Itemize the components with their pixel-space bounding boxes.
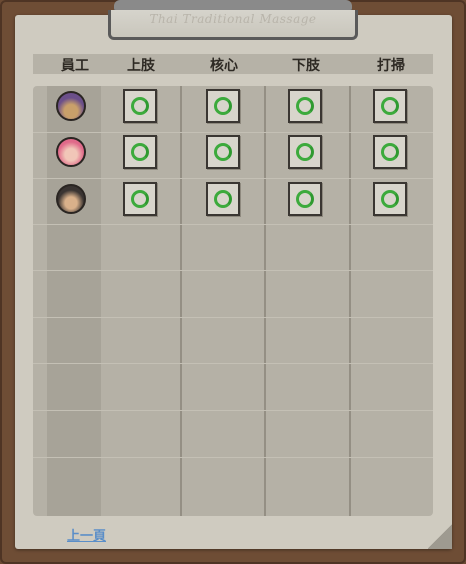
task-core-2[interactable] bbox=[206, 135, 240, 169]
complete-ring-icon bbox=[296, 97, 314, 115]
header-core: 核心 bbox=[210, 58, 238, 74]
task-core-1[interactable] bbox=[206, 89, 240, 123]
complete-ring-icon bbox=[214, 143, 232, 161]
complete-ring-icon bbox=[381, 143, 399, 161]
clipboard-clip: Thai Traditional Massage bbox=[108, 0, 358, 42]
header-lower: 下肢 bbox=[292, 58, 320, 74]
prev-page-link[interactable]: 上一頁 bbox=[67, 525, 106, 544]
row-divider bbox=[33, 178, 433, 179]
header-cleaning: 打掃 bbox=[377, 58, 405, 74]
complete-ring-icon bbox=[131, 190, 149, 208]
column-divider bbox=[180, 86, 182, 516]
row-divider bbox=[33, 457, 433, 458]
task-lower-2[interactable] bbox=[288, 135, 322, 169]
column-divider bbox=[349, 86, 351, 516]
complete-ring-icon bbox=[381, 190, 399, 208]
task-upper-3[interactable] bbox=[123, 182, 157, 216]
row-divider bbox=[33, 317, 433, 318]
complete-ring-icon bbox=[214, 97, 232, 115]
complete-ring-icon bbox=[381, 97, 399, 115]
task-lower-3[interactable] bbox=[288, 182, 322, 216]
row-divider bbox=[33, 224, 433, 225]
task-cleaning-1[interactable] bbox=[373, 89, 407, 123]
column-divider bbox=[264, 86, 266, 516]
complete-ring-icon bbox=[296, 143, 314, 161]
complete-ring-icon bbox=[214, 190, 232, 208]
page-curl[interactable] bbox=[428, 524, 452, 549]
staff-avatar-1[interactable] bbox=[56, 91, 86, 121]
task-cleaning-2[interactable] bbox=[373, 135, 407, 169]
complete-ring-icon bbox=[131, 97, 149, 115]
row-divider bbox=[33, 132, 433, 133]
row-divider bbox=[33, 410, 433, 411]
task-upper-2[interactable] bbox=[123, 135, 157, 169]
complete-ring-icon bbox=[131, 143, 149, 161]
row-divider bbox=[33, 270, 433, 271]
header-upper: 上肢 bbox=[127, 58, 155, 74]
clipboard-title: Thai Traditional Massage bbox=[149, 12, 317, 26]
task-lower-1[interactable] bbox=[288, 89, 322, 123]
task-upper-1[interactable] bbox=[123, 89, 157, 123]
complete-ring-icon bbox=[296, 190, 314, 208]
task-cleaning-3[interactable] bbox=[373, 182, 407, 216]
task-core-3[interactable] bbox=[206, 182, 240, 216]
row-divider bbox=[33, 363, 433, 364]
header-staff: 員工 bbox=[61, 58, 89, 74]
staff-avatar-3[interactable] bbox=[56, 184, 86, 214]
staff-avatar-2[interactable] bbox=[56, 137, 86, 167]
